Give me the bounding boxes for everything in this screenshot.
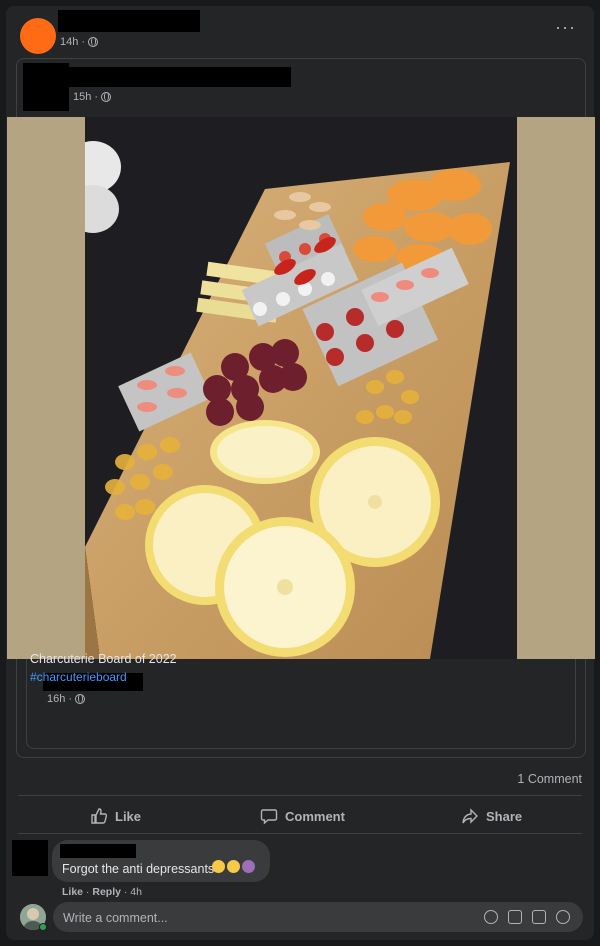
globe-icon — [101, 92, 112, 102]
thumbs-up-icon — [91, 808, 108, 824]
redacted-shared-name — [69, 67, 291, 87]
laughing-emoji-icon — [227, 860, 240, 873]
camera-icon[interactable] — [508, 910, 522, 924]
post-time-text: 14h · — [60, 36, 86, 48]
charcuterie-board-photo — [85, 117, 517, 659]
original-time-text: 16h · — [47, 693, 73, 705]
divider — [18, 833, 582, 834]
comment-time[interactable]: 4h — [130, 886, 142, 898]
redacted-commenter-name — [60, 844, 136, 858]
laughing-emoji-icon — [212, 860, 225, 873]
globe-icon — [88, 37, 99, 47]
comment-emojis — [212, 860, 255, 873]
redacted-shared-avatar — [23, 63, 69, 111]
comment-text: Forgot the anti depressants — [62, 862, 215, 876]
hashtag-link[interactable]: #charcuterieboard — [30, 670, 127, 684]
globe-icon — [75, 694, 86, 704]
comment-input-placeholder: Write a comment... — [63, 911, 168, 925]
divider — [18, 795, 582, 796]
poster-avatar[interactable] — [20, 18, 56, 54]
redacted-poster-name — [58, 10, 200, 32]
like-button[interactable]: Like — [90, 804, 141, 828]
facebook-post: 14h · ··· 15h · 16h · Charcuterie Board … — [6, 6, 595, 940]
online-status-dot — [39, 923, 47, 931]
more-options-icon[interactable]: ··· — [555, 18, 576, 36]
share-label: Share — [486, 808, 523, 824]
comment-reply-link[interactable]: Reply — [92, 886, 121, 898]
post-photo[interactable] — [85, 117, 517, 659]
person-shrugging-icon — [242, 860, 255, 873]
separator: · — [83, 886, 93, 898]
redacted-commenter-avatar — [12, 840, 48, 876]
post-caption: Charcuterie Board of 2022 — [30, 652, 177, 666]
sticker-icon[interactable] — [556, 910, 570, 924]
gif-icon[interactable] — [532, 910, 546, 924]
like-label: Like — [115, 808, 142, 824]
comment-button[interactable]: Comment — [260, 804, 345, 828]
comment-actions: Like · Reply · 4h — [62, 886, 142, 898]
comment-count-link[interactable]: 1 Comment — [517, 772, 582, 786]
comment-label: Comment — [285, 808, 345, 824]
shared-time-text: 15h · — [73, 91, 99, 103]
composer-tools — [484, 910, 570, 924]
comment-like-link[interactable]: Like — [62, 886, 83, 898]
post-photo-frame[interactable] — [7, 117, 595, 659]
post-timestamp[interactable]: 14h · — [60, 36, 99, 48]
share-button[interactable]: Share — [461, 804, 522, 828]
separator: · — [120, 886, 131, 898]
share-icon — [462, 808, 478, 824]
shared-timestamp[interactable]: 15h · — [73, 91, 112, 103]
original-timestamp[interactable]: 16h · — [47, 693, 86, 705]
emoji-icon[interactable] — [484, 910, 498, 924]
comment-icon — [260, 809, 278, 825]
